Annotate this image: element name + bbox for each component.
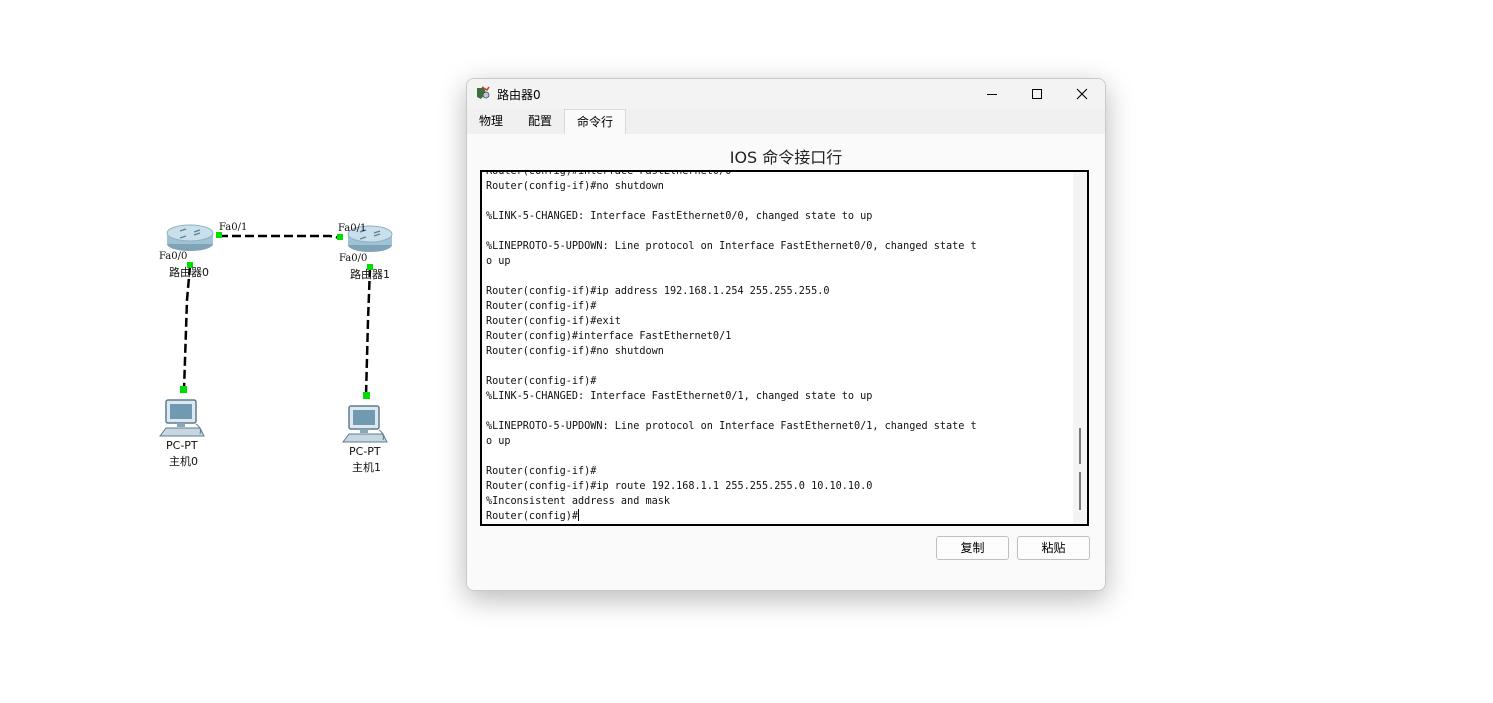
ios-cli-heading: IOS 命令接口行 (729, 148, 843, 167)
terminal-line: Router(config-if)#no shutdown (486, 181, 664, 192)
scrollbar-thumb-mark (1079, 472, 1081, 510)
tab-config[interactable]: 配置 (516, 109, 564, 134)
network-topology: Fa0/1 Fa0/0 Fa0/1 Fa0/0 路由器0 路由器1 PC-PT … (0, 0, 460, 703)
port-label-router0-fa01: Fa0/1 (219, 222, 248, 233)
title-bar[interactable]: 路由器0 (467, 79, 1105, 109)
port-label-router1-fa01: Fa0/1 (338, 223, 367, 234)
terminal-line: Router(config-if)#ip route 192.168.1.1 2… (486, 481, 873, 492)
router-config-window[interactable]: 路由器0 物理 配置 命令行 IOS 命令接口行 Router(config)#… (466, 78, 1106, 591)
topology-canvas (159, 224, 393, 443)
router1-name: 路由器1 (350, 268, 390, 281)
terminal-line: o up (486, 256, 511, 267)
router0-name: 路由器0 (169, 266, 209, 279)
link-router0-router1[interactable] (219, 234, 341, 240)
text-cursor (578, 509, 580, 521)
tab-physical[interactable]: 物理 (467, 109, 515, 134)
router-icon[interactable] (166, 224, 214, 251)
pc1-name: 主机1 (352, 461, 381, 474)
terminal-line: Router(config)#interface FastEthernet0/0 (486, 170, 732, 177)
terminal-line: Router(config-if)# (486, 376, 597, 387)
terminal-line: Router(config)#interface FastEthernet0/1 (486, 331, 732, 342)
terminal-line: Router(config-if)# (486, 466, 597, 477)
tab-bar: 物理 配置 命令行 (467, 109, 1105, 135)
terminal-line: Router(config)# (486, 509, 580, 522)
terminal-line: o up (486, 436, 511, 447)
pc0-name: 主机0 (169, 455, 198, 468)
maximize-icon (1032, 89, 1042, 99)
packet-tracer-icon (477, 86, 490, 99)
scrollbar-thumb-mark (1079, 428, 1081, 464)
terminal-line: Router(config-if)#ip address 192.168.1.2… (486, 286, 830, 297)
maximize-button[interactable] (1014, 79, 1060, 109)
link-router1-pc1[interactable] (364, 267, 372, 397)
close-icon (1076, 88, 1088, 100)
cli-panel: IOS 命令接口行 Router(config)#interface FastE… (467, 134, 1105, 590)
terminal-line: %Inconsistent address and mask (486, 496, 671, 507)
terminal-line: Router(config-if)# (486, 301, 597, 312)
port-label-router1-fa00: Fa0/0 (339, 253, 368, 264)
port-label-router0-fa00: Fa0/0 (159, 251, 188, 262)
pc1-type: PC-PT (349, 445, 381, 458)
pc-icon[interactable] (342, 405, 388, 443)
terminal-line: %LINEPROTO-5-UPDOWN: Line protocol on In… (486, 241, 977, 252)
terminal-line: Router(config-if)#exit (486, 316, 621, 327)
minimize-button[interactable] (969, 79, 1015, 109)
link-router0-pc0[interactable] (182, 265, 192, 391)
pc-icon[interactable] (159, 399, 205, 437)
close-button[interactable] (1059, 79, 1105, 109)
terminal-line: %LINK-5-CHANGED: Interface FastEthernet0… (486, 391, 873, 402)
copy-button[interactable]: 复制 (936, 536, 1009, 560)
tab-cli[interactable]: 命令行 (564, 109, 627, 135)
paste-button[interactable]: 粘贴 (1017, 536, 1090, 560)
terminal-line: Router(config-if)#no shutdown (486, 346, 664, 357)
terminal-scrollbar[interactable] (1073, 172, 1087, 524)
terminal-line: %LINK-5-CHANGED: Interface FastEthernet0… (486, 211, 873, 222)
terminal-output[interactable]: Router(config)#interface FastEthernet0/0… (486, 170, 1066, 524)
pc0-type: PC-PT (166, 439, 198, 452)
minimize-icon (987, 94, 997, 95)
terminal-line: %LINEPROTO-5-UPDOWN: Line protocol on In… (486, 421, 977, 432)
cli-terminal[interactable]: Router(config)#interface FastEthernet0/0… (480, 170, 1089, 526)
window-title: 路由器0 (497, 88, 541, 102)
